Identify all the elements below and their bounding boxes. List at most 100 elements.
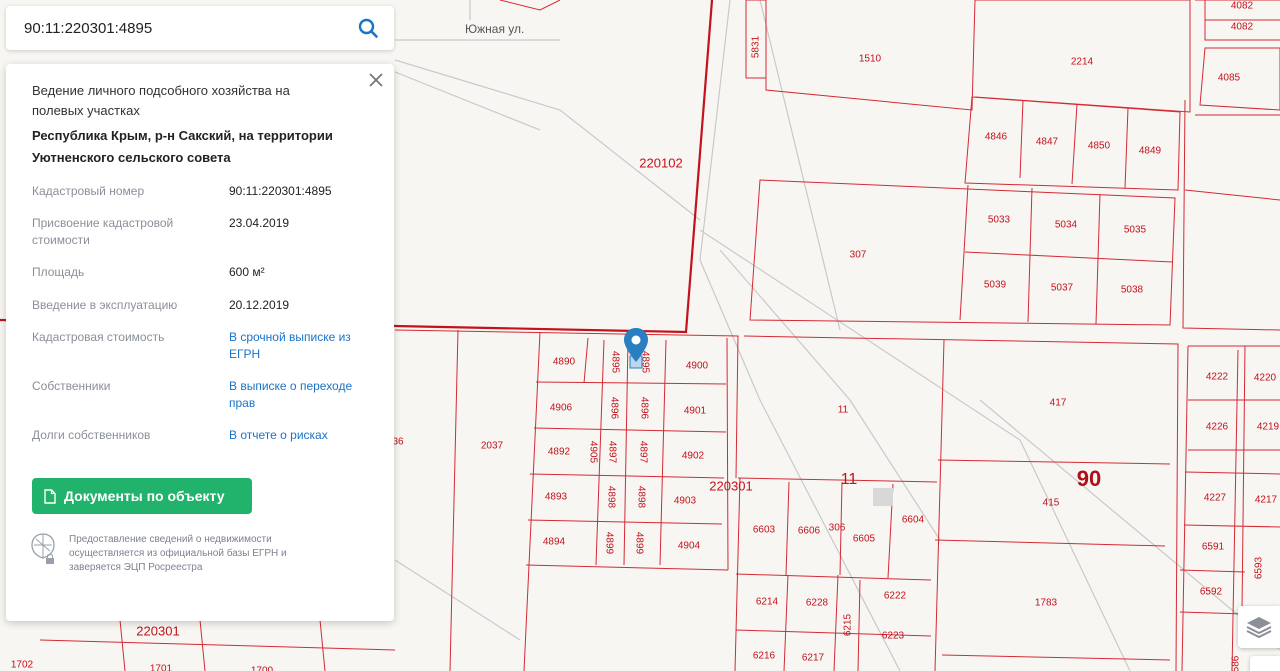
close-icon[interactable] [368, 72, 384, 88]
layers-button[interactable] [1238, 606, 1280, 648]
quarter-label: 11 [841, 471, 858, 488]
parcel-label: 4899 [603, 532, 614, 555]
parcel-label: 11 [838, 405, 849, 416]
parcel-label: 6605 [853, 534, 876, 545]
building-marker [873, 488, 893, 506]
info-row-key: Площадь [32, 265, 85, 279]
info-row-value: 600 м² [229, 265, 265, 279]
search-input[interactable] [22, 18, 346, 38]
district-label: 90 [1077, 466, 1101, 491]
parcel-label: 4903 [674, 496, 697, 507]
parcel-label: 5038 [1121, 285, 1144, 296]
parcel-label: 4900 [686, 361, 709, 372]
parcel-label: 417 [1050, 398, 1067, 409]
parcel-label: 4896 [608, 397, 619, 420]
object-address: Республика Крым, р-н Сакский, на террито… [32, 128, 333, 165]
parcel-label: 4898 [605, 486, 616, 509]
parcel-label: 6603 [753, 525, 776, 536]
parcel-label: 6222 [884, 591, 907, 602]
info-row-key: Введение в эксплуатацию [32, 298, 178, 312]
parcel-label: 5034 [1055, 220, 1078, 231]
search-icon[interactable] [356, 16, 380, 40]
parcel-label: 4896 [638, 397, 649, 420]
parcel-label: 6215 [843, 613, 854, 636]
parcel-label: 586 [1231, 655, 1242, 671]
info-row-value: 23.04.2019 [229, 216, 290, 230]
parcel-label: 4899 [633, 532, 644, 555]
quarter-label: 220102 [639, 155, 682, 170]
document-icon [44, 488, 56, 504]
parcel-label: 6592 [1200, 587, 1223, 598]
cadastral-value-link[interactable]: В срочной выписке из ЕГРН [229, 329, 369, 363]
parcel-label: 4220 [1254, 373, 1277, 384]
search-bar [6, 6, 394, 50]
parcel-label: 6228 [806, 598, 829, 609]
owners-link[interactable]: В выписке о переходе прав [229, 378, 369, 412]
risk-report-link[interactable]: В отчете о рисках [229, 427, 369, 444]
parcel-label: 5039 [984, 280, 1007, 291]
parcel-label: 4222 [1206, 372, 1229, 383]
parcel-label: 4904 [678, 541, 701, 552]
street-label: Южная ул. [465, 22, 524, 36]
parcel-label: 5037 [1051, 283, 1074, 294]
egrn-shield-icon [31, 533, 55, 564]
parcel-label: 6604 [902, 515, 925, 526]
parcel-label: 4906 [550, 403, 573, 414]
parcel-label: 4219 [1257, 422, 1280, 433]
quarter-label: 220301 [709, 478, 752, 493]
parcel-label: 4846 [985, 132, 1008, 143]
info-row-key: Кадастровая стоимость [32, 330, 165, 344]
parcel-label: 6214 [756, 597, 779, 608]
info-row-value: 90:11:220301:4895 [229, 184, 332, 198]
parcel-label: 306 [829, 523, 846, 534]
parcel-label: 1510 [859, 54, 882, 65]
parcel-label: 4849 [1139, 146, 1162, 157]
parcel-label: 4905 [587, 441, 598, 464]
parcel-label: 6606 [798, 526, 821, 537]
parcel-label: 36 [392, 437, 404, 448]
parcel-label: 4082 [1231, 1, 1254, 12]
parcel-label: 4897 [637, 441, 648, 464]
parcel-label: 1700 [251, 666, 274, 671]
parcel-label: 1701 [150, 664, 173, 671]
parcel-label: 4901 [684, 406, 707, 417]
parcel-label: 307 [850, 250, 867, 261]
parcel-label: 4892 [548, 447, 571, 458]
parcel-label: 4895 [609, 351, 620, 374]
parcel-label: 5033 [988, 215, 1011, 226]
info-row-key: Кадастровый номер [32, 184, 145, 198]
info-row-value: 20.12.2019 [229, 298, 290, 312]
parcel-label: 5035 [1124, 225, 1147, 236]
documents-button[interactable]: Документы по объекту [32, 478, 252, 514]
parcel-label: 4894 [543, 537, 566, 548]
parcel-label: 6216 [753, 651, 776, 662]
parcel-label: 6217 [802, 653, 825, 664]
parcel-label: 4897 [606, 441, 617, 464]
parcel-label: 4890 [553, 357, 576, 368]
parcel-label: 2214 [1071, 57, 1094, 68]
parcel-label: 4902 [682, 451, 705, 462]
parcel-label: 415 [1043, 498, 1060, 509]
info-row-key: Присвоение кадастровой стоимости [32, 216, 174, 247]
quarter-label: 220301 [136, 623, 179, 638]
map-control-button[interactable] [1250, 656, 1280, 671]
parcel-label: 4850 [1088, 141, 1111, 152]
parcel-label: 1783 [1035, 598, 1058, 609]
parcel-label: 4227 [1204, 493, 1227, 504]
parcel-label: 4085 [1218, 73, 1241, 84]
info-row-key: Собственники [32, 379, 111, 393]
documents-button-label: Документы по объекту [64, 488, 225, 504]
parcel-label: 4226 [1206, 422, 1229, 433]
egrn-disclaimer: Предоставление сведений о недвижимости о… [69, 534, 287, 573]
parcel-label: 6591 [1202, 542, 1225, 553]
parcel-label: 4847 [1036, 137, 1059, 148]
parcel-label: 4893 [545, 492, 568, 503]
parcel-label: 4898 [635, 486, 646, 509]
parcel-label: 4217 [1255, 495, 1278, 506]
parcel-label: 2037 [481, 441, 504, 452]
info-row-key: Долги собственников [32, 428, 151, 442]
object-purpose: Ведение личного подсобного хозяйства на … [32, 83, 290, 118]
parcel-label: 1702 [11, 660, 34, 671]
parcel-label: 4082 [1231, 22, 1254, 33]
parcel-label: 6593 [1254, 556, 1265, 579]
